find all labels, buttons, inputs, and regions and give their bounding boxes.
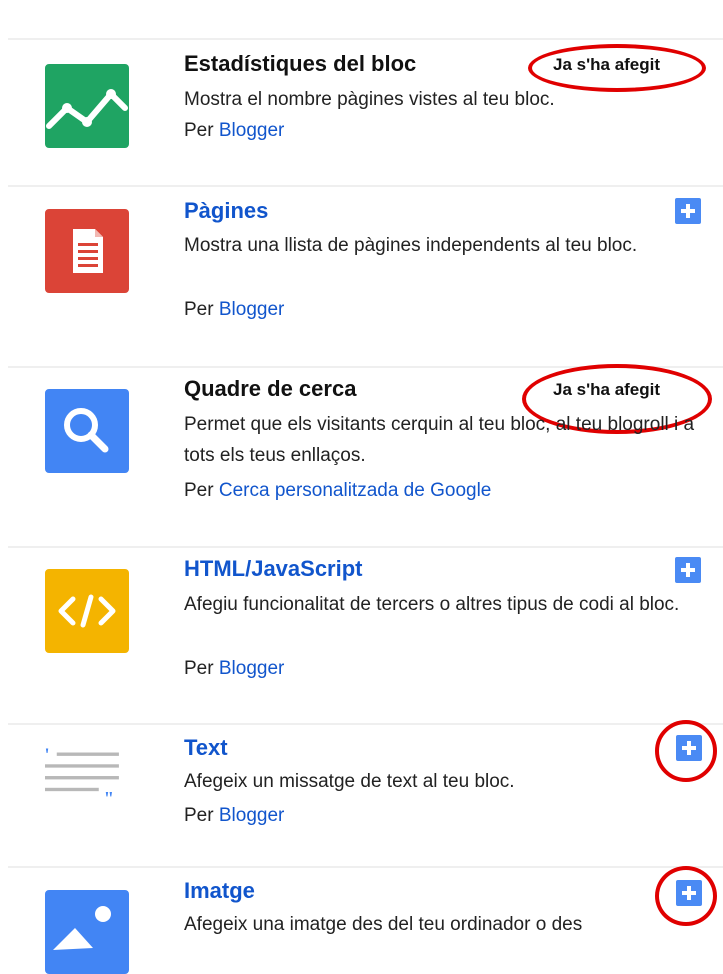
author-prefix: Per xyxy=(184,658,214,679)
gadget-author: Per Blogger xyxy=(184,296,284,324)
already-added-label: Ja s'ha afegit xyxy=(553,380,661,399)
code-icon xyxy=(45,569,129,653)
separator xyxy=(8,366,723,368)
gadget-description: Mostra una llista de pàgines independent… xyxy=(184,235,638,256)
author-link[interactable]: Blogger xyxy=(219,299,285,320)
already-added-label: Ja s'ha afegit xyxy=(553,55,661,74)
gadget-author: Per Blogger xyxy=(184,117,284,145)
document-icon xyxy=(45,209,129,293)
stats-chart-icon xyxy=(45,64,129,148)
text-quote-icon: " " xyxy=(45,729,129,813)
gadget-title[interactable]: HTML/JavaScript xyxy=(184,555,363,583)
author-link[interactable]: Blogger xyxy=(219,658,285,679)
gadget-description: Afegiu funcionalitat de tercers o altres… xyxy=(184,594,680,615)
separator xyxy=(8,866,723,868)
search-icon xyxy=(45,389,129,473)
gadget-description: Afegeix una imatge des del teu ordinador… xyxy=(184,914,583,935)
svg-text:": " xyxy=(45,745,50,765)
author-link[interactable]: Blogger xyxy=(219,120,285,141)
gadget-title[interactable]: Pàgines xyxy=(184,197,268,225)
author-link[interactable]: Cerca personalitzada de Google xyxy=(219,480,492,501)
add-gadget-button[interactable] xyxy=(676,735,702,761)
author-prefix: Per xyxy=(184,480,214,501)
gadget-description: Permet que els visitants cerquin al teu … xyxy=(184,414,695,466)
gadget-author: Per Cerca personalitzada de Google xyxy=(184,477,491,505)
svg-text:": " xyxy=(104,789,114,809)
gadget-title[interactable]: Text xyxy=(184,734,228,762)
author-link[interactable]: Blogger xyxy=(219,805,285,826)
author-prefix: Per xyxy=(184,120,214,141)
separator xyxy=(8,546,723,548)
separator xyxy=(8,185,723,187)
separator xyxy=(8,38,723,40)
gadget-title: Estadístiques del bloc xyxy=(184,51,417,76)
gadget-author: Per Blogger xyxy=(184,802,284,830)
separator xyxy=(8,723,723,725)
gadget-title[interactable]: Imatge xyxy=(184,877,255,905)
gadget-author: Per Blogger xyxy=(184,655,284,683)
add-gadget-button[interactable] xyxy=(675,198,701,224)
image-icon xyxy=(45,890,129,974)
author-prefix: Per xyxy=(184,805,214,826)
add-gadget-button[interactable] xyxy=(676,880,702,906)
gadget-description: Mostra el nombre pàgines vistes al teu b… xyxy=(184,89,555,110)
author-prefix: Per xyxy=(184,299,214,320)
gadget-title: Quadre de cerca xyxy=(184,376,357,401)
add-gadget-button[interactable] xyxy=(675,557,701,583)
gadget-description: Afegeix un missatge de text al teu bloc. xyxy=(184,771,515,792)
